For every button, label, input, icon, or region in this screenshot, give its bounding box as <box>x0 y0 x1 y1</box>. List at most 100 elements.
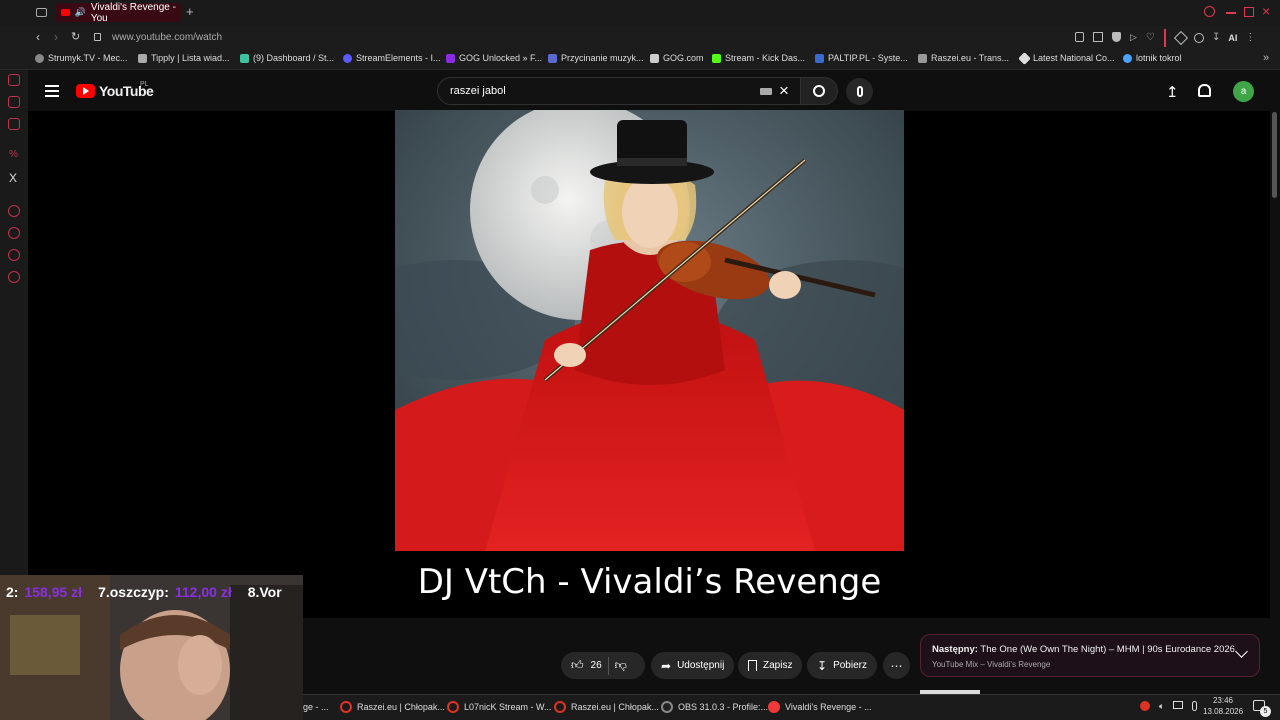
notification-badge: 5 <box>1260 706 1271 717</box>
bookmark-favicon-icon <box>712 53 721 63</box>
tab-active[interactable]: 🔊 Vivaldi's Revenge - You <box>55 2 181 24</box>
battery-icon[interactable] <box>1173 701 1184 709</box>
stream-webcam-overlay: 2: 158,95 zł 7.oszczyp: 112,00 zł 8.Vor <box>0 575 303 720</box>
avatar[interactable]: a <box>1233 81 1254 102</box>
download-icon: ↧ <box>817 658 828 673</box>
taskbar-item[interactable]: OBS 31.0.3 - Profile:... <box>661 698 768 716</box>
bookmark-favicon-icon <box>650 53 659 63</box>
settings-icon[interactable] <box>8 271 20 283</box>
youtube-favicon-icon <box>61 9 70 16</box>
extensions-icon[interactable] <box>1173 30 1189 45</box>
bookmark-favicon-icon <box>35 53 44 63</box>
taskbar-item[interactable]: ge - ... <box>303 698 329 716</box>
bookmark-favicon-icon <box>343 53 352 63</box>
menu-dots-icon[interactable]: ⋮ <box>1245 32 1255 43</box>
tray-app-icon[interactable] <box>1140 701 1150 711</box>
sidebar-icon-4[interactable] <box>8 118 20 130</box>
bookmark-item[interactable]: Przycinanie muzyk... <box>548 53 644 63</box>
snapshot-icon[interactable] <box>1093 32 1103 42</box>
url-field[interactable]: www.youtube.com/watch <box>112 32 222 43</box>
search-query: raszei jabol <box>450 85 506 97</box>
bookmark-item[interactable]: Stream - Kick Das... <box>712 53 805 63</box>
bookmark-item[interactable]: GOG Unlocked » F... <box>446 53 542 63</box>
back-icon[interactable]: ‹ <box>36 30 40 44</box>
new-tab-button[interactable]: + <box>186 4 194 19</box>
system-tray: 🔈︎ <box>1140 701 1198 712</box>
more-dots-icon: ⋯ <box>890 658 903 673</box>
mic-icon <box>856 86 863 97</box>
bookmark-item[interactable]: Latest National Co... <box>1018 51 1115 65</box>
extensions-toolbar: ▷ ♡ <box>1075 32 1155 43</box>
address-bar-row: ‹ › ↻ www.youtube.com/watch ▷ ♡ ↧ AI ⋮ <box>0 26 1280 50</box>
taskbar-item[interactable]: Raszei.eu | Chłopak... <box>340 698 445 716</box>
bookmark-favicon-icon <box>1018 51 1031 65</box>
pin-icon[interactable] <box>1075 32 1084 42</box>
clock[interactable]: 23:46 13.08.2026 <box>1203 695 1243 717</box>
heart-icon[interactable]: ♡ <box>1146 32 1155 43</box>
like-divider <box>607 656 609 675</box>
taskbar-item[interactable]: L07nicK Stream - W... <box>447 698 552 716</box>
bookmark-favicon-icon <box>815 53 824 63</box>
search-input[interactable]: raszei jabol × <box>437 77 801 105</box>
up-next-card[interactable]: Następny: The One (We Own The Night) – M… <box>920 634 1260 677</box>
download-icon[interactable]: ↧ <box>1212 32 1220 43</box>
bookmark-item[interactable]: PALTIP.PL - Syste... <box>815 53 908 63</box>
taskbar-item[interactable]: Vivaldi's Revenge - ... <box>768 698 872 716</box>
shield-icon[interactable] <box>1112 32 1121 42</box>
taskbar-preview-strip <box>920 690 980 694</box>
chevron-down-icon[interactable] <box>1235 645 1248 658</box>
video-thumbnail-artwork[interactable] <box>395 110 904 551</box>
notifications-icon[interactable] <box>1198 84 1211 97</box>
reload-icon[interactable]: ↻ <box>71 30 80 43</box>
forward-icon[interactable]: › <box>54 30 58 44</box>
volume-icon[interactable]: 🔈︎ <box>1159 701 1164 712</box>
more-actions-button[interactable]: ⋯ <box>883 652 910 679</box>
sidebar-icon-3[interactable] <box>8 96 20 108</box>
minimize-button[interactable] <box>1226 12 1236 14</box>
voice-search-button[interactable] <box>846 78 873 105</box>
sidebar-icon-2[interactable] <box>8 74 20 86</box>
maximize-button[interactable] <box>1244 7 1254 17</box>
search-button[interactable] <box>800 77 838 105</box>
clear-search-icon[interactable]: × <box>779 81 789 101</box>
ticker-amount: 158,95 zł <box>24 584 83 600</box>
profile-icon[interactable] <box>1194 32 1204 43</box>
region-badge: PL <box>140 81 149 88</box>
speaker-icon[interactable]: 🔊 <box>75 7 86 18</box>
bookmark-item[interactable]: Raszei.eu - Trans... <box>918 53 1009 63</box>
like-button[interactable]: 👍︎ 26 <box>571 658 602 673</box>
save-button[interactable]: Zapisz <box>738 652 803 679</box>
bookmark-item[interactable]: Tipply | Lista wiad... <box>138 53 230 63</box>
player-icon[interactable]: ▷ <box>1130 32 1137 43</box>
sidebar-icon-5[interactable] <box>8 205 20 217</box>
bookmark-item[interactable]: lotnik tokrol <box>1123 53 1182 63</box>
divider <box>1164 29 1166 47</box>
ai-button[interactable]: AI <box>1228 33 1237 43</box>
bookmarks-overflow-icon[interactable]: » <box>1263 52 1269 64</box>
page-scrollbar[interactable] <box>1272 112 1277 198</box>
upload-icon[interactable]: ↥ <box>1166 83 1179 101</box>
bookmark-item[interactable]: Strumyk.TV - Mec... <box>35 53 128 63</box>
sidebar-icon-6[interactable] <box>8 249 20 261</box>
sidebar-percent-icon[interactable]: % <box>9 149 18 160</box>
search-tabs-icon[interactable] <box>1204 6 1215 17</box>
dislike-button[interactable]: 👎︎ <box>615 658 627 673</box>
history-icon[interactable] <box>8 227 20 239</box>
tab-bar: 🔊 Vivaldi's Revenge - You + × <box>0 0 1280 26</box>
bookmark-item[interactable]: (9) Dashboard / St... <box>240 53 334 63</box>
mic-tray-icon[interactable] <box>1192 701 1198 711</box>
hamburger-menu-icon[interactable] <box>45 85 59 97</box>
download-button[interactable]: ↧ Pobierz <box>807 652 877 679</box>
video-title-overlay: DJ VtCh - Vivaldi’s Revenge <box>417 562 882 602</box>
like-dislike-group: 👍︎ 26 👎︎ <box>561 652 645 679</box>
keyboard-icon[interactable] <box>760 88 772 95</box>
ticker-item: 7.oszczyp: <box>98 584 169 600</box>
like-count: 26 <box>590 660 602 671</box>
x-icon[interactable]: X <box>9 171 17 185</box>
close-window-button[interactable]: × <box>1262 3 1270 19</box>
bookmark-item[interactable]: GOG.com <box>650 53 704 63</box>
bookmark-item[interactable]: StreamElements - I... <box>343 53 441 63</box>
share-button[interactable]: ➦ Udostępnij <box>651 652 735 679</box>
taskbar-item[interactable]: Raszei.eu | Chłopak... <box>554 698 659 716</box>
tab-menu-icon[interactable] <box>36 8 47 17</box>
